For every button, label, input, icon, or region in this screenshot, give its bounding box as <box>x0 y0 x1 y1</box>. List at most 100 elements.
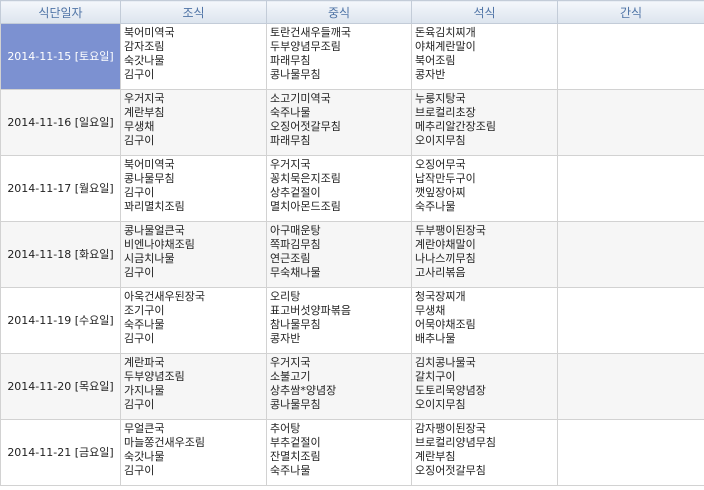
breakfast-cell: 북어미역국 감자조림 숙갓나물 김구이 <box>120 23 267 90</box>
dinner-cell: 감자팽이된장국 브로컬리양념무침 계란부침 오징어젓갈무침 <box>411 419 558 486</box>
snack-cell <box>557 221 704 288</box>
dish-item: 김구이 <box>124 398 155 411</box>
header-snack[interactable]: 간식 <box>557 0 704 24</box>
dish-item: 김치콩나물국 <box>415 356 476 369</box>
dish-item: 추어탕 <box>270 422 301 435</box>
dish-item: 브로컬리초장 <box>415 106 476 119</box>
table-row[interactable]: 2014-11-19 [수요일] 아욱건새우된장국 조기구이 숙주나물 김구이 오리탕 표고… <box>0 287 704 354</box>
dish-item: 북어조림 <box>415 54 456 67</box>
dinner-cell: 두부팽이된장국 계란야채말이 나나스끼무침 고사리볶음 <box>411 221 558 288</box>
dish-item: 어묵야채조림 <box>415 318 476 331</box>
date-cell[interactable]: 2014-11-18 [화요일] <box>0 221 121 288</box>
header-lunch[interactable]: 중식 <box>266 0 412 24</box>
header-date[interactable]: 식단일자 <box>0 0 121 24</box>
dish-item: 북어미역국 <box>124 26 175 39</box>
table-row[interactable]: 2014-11-21 [금요일] 무얼큰국 마늘쫑건새우조림 숙갓나물 김구이 추어탕 부추… <box>0 419 704 486</box>
breakfast-cell: 우거지국 계란부침 무생채 김구이 <box>120 89 267 156</box>
dish-item: 누룽지탕국 <box>415 92 466 105</box>
table-row[interactable]: 2014-11-15 [토요일] 북어미역국 감자조림 숙갓나물 김구이 토란건새우들깨국… <box>0 23 704 90</box>
date-cell[interactable]: 2014-11-20 [목요일] <box>0 353 121 420</box>
dish-item: 무생채 <box>124 120 155 133</box>
dish-item: 콩나물무침 <box>124 172 175 185</box>
dinner-cell: 청국장찌개 무생채 어묵야채조림 배추나물 <box>411 287 558 354</box>
lunch-cell: 토란건새우들깨국 두부양념무조림 파래무침 콩나물무침 <box>266 23 412 90</box>
breakfast-cell: 무얼큰국 마늘쫑건새우조림 숙갓나물 김구이 <box>120 419 267 486</box>
dish-item: 숙주나물 <box>270 106 311 119</box>
date-cell[interactable]: 2014-11-19 [수요일] <box>0 287 121 354</box>
dish-item: 김구이 <box>124 464 155 477</box>
lunch-cell: 추어탕 부추겉절이 잔멸치조림 숙주나물 <box>266 419 412 486</box>
table-row[interactable]: 2014-11-18 [화요일] 콩나물얼큰국 비엔나야채조림 시금치나물 김구이 아구매… <box>0 221 704 288</box>
dish-item: 아구매운탕 <box>270 224 321 237</box>
dish-item: 계란부침 <box>124 106 165 119</box>
dish-item: 숙갓나물 <box>124 54 165 67</box>
dish-item: 오리탕 <box>270 290 301 303</box>
dish-item: 숙갓나물 <box>124 450 165 463</box>
dish-item: 도토리묵양념장 <box>415 384 486 397</box>
dinner-cell: 김치콩나물국 갈치구이 도토리묵양념장 오이지무침 <box>411 353 558 420</box>
dish-item: 김구이 <box>124 266 155 279</box>
snack-cell <box>557 155 704 222</box>
dish-item: 갈치구이 <box>415 370 456 383</box>
table-row[interactable]: 2014-11-17 [월요일] 북어미역국 콩나물무침 김구이 꽈리멸치조림 우거지국 꽁… <box>0 155 704 222</box>
dish-item: 오이지무침 <box>415 134 466 147</box>
dish-item: 숙주나물 <box>270 464 311 477</box>
lunch-cell: 우거지국 소불고기 상추쌈*양념장 콩나물무침 <box>266 353 412 420</box>
dinner-cell: 누룽지탕국 브로컬리초장 메추리알간장조림 오이지무침 <box>411 89 558 156</box>
date-cell[interactable]: 2014-11-16 [일요일] <box>0 89 121 156</box>
meal-plan-table: 식단일자 조식 중식 석식 간식 2014-11-15 [토요일] 북어미역국 감자… <box>0 0 704 486</box>
dish-item: 납작만두구이 <box>415 172 476 185</box>
dish-item: 청국장찌개 <box>415 290 466 303</box>
dish-item: 파래무침 <box>270 54 311 67</box>
dish-item: 콩나물무침 <box>270 398 321 411</box>
dish-item: 브로컬리양념무침 <box>415 436 496 449</box>
dish-item: 계란부침 <box>415 450 456 463</box>
snack-cell <box>557 419 704 486</box>
lunch-cell: 오리탕 표고버섯양파볶음 참나물무침 콩자반 <box>266 287 412 354</box>
dish-item: 두부양념조림 <box>124 370 185 383</box>
dish-item: 김구이 <box>124 68 155 81</box>
dish-item: 콩자반 <box>270 332 301 345</box>
dish-item: 잔멸치조림 <box>270 450 321 463</box>
header-dinner[interactable]: 석식 <box>411 0 558 24</box>
dish-item: 콩나물무침 <box>270 68 321 81</box>
dish-item: 부추겉절이 <box>270 436 321 449</box>
date-cell[interactable]: 2014-11-15 [토요일] <box>0 23 121 90</box>
snack-cell <box>557 23 704 90</box>
dish-item: 쪽파김무침 <box>270 238 321 251</box>
dish-item: 가지나물 <box>124 384 165 397</box>
dish-item: 시금치나물 <box>124 252 175 265</box>
dish-item: 우거지국 <box>270 158 311 171</box>
dish-item: 오이지무침 <box>415 398 466 411</box>
dinner-cell: 오징어무국 납작만두구이 깻잎장아찌 숙주나물 <box>411 155 558 222</box>
dish-item: 북어미역국 <box>124 158 175 171</box>
dish-item: 오징어젓갈무침 <box>415 464 486 477</box>
snack-cell <box>557 287 704 354</box>
dish-item: 표고버섯양파볶음 <box>270 304 351 317</box>
dish-item: 아욱건새우된장국 <box>124 290 205 303</box>
dish-item: 우거지국 <box>124 92 165 105</box>
dish-item: 김구이 <box>124 134 155 147</box>
dish-item: 소고기미역국 <box>270 92 331 105</box>
table-row[interactable]: 2014-11-20 [목요일] 계란파국 두부양념조림 가지나물 김구이 우거지국 소불고… <box>0 353 704 420</box>
dish-item: 김구이 <box>124 186 155 199</box>
table-row[interactable]: 2014-11-16 [일요일] 우거지국 계란부침 무생채 김구이 소고기미역국 숙주나물… <box>0 89 704 156</box>
date-cell[interactable]: 2014-11-17 [월요일] <box>0 155 121 222</box>
dish-item: 야채계란말이 <box>415 40 476 53</box>
header-breakfast[interactable]: 조식 <box>120 0 267 24</box>
meal-body: 2014-11-15 [토요일] 북어미역국 감자조림 숙갓나물 김구이 토란건새우들깨국… <box>0 23 704 486</box>
dish-item: 나나스끼무침 <box>415 252 476 265</box>
breakfast-cell: 아욱건새우된장국 조기구이 숙주나물 김구이 <box>120 287 267 354</box>
dish-item: 무생채 <box>415 304 446 317</box>
dish-item: 메추리알간장조림 <box>415 120 496 133</box>
dish-item: 조기구이 <box>124 304 165 317</box>
dish-item: 상추쌈*양념장 <box>270 384 337 397</box>
dish-item: 연근조림 <box>270 252 311 265</box>
dish-item: 오징어젓갈무침 <box>270 120 341 133</box>
dish-item: 비엔나야채조림 <box>124 238 195 251</box>
dish-item: 오징어무국 <box>415 158 466 171</box>
dish-item: 소불고기 <box>270 370 311 383</box>
dish-item: 계란야채말이 <box>415 238 476 251</box>
date-cell[interactable]: 2014-11-21 [금요일] <box>0 419 121 486</box>
dish-item: 감자조림 <box>124 40 165 53</box>
